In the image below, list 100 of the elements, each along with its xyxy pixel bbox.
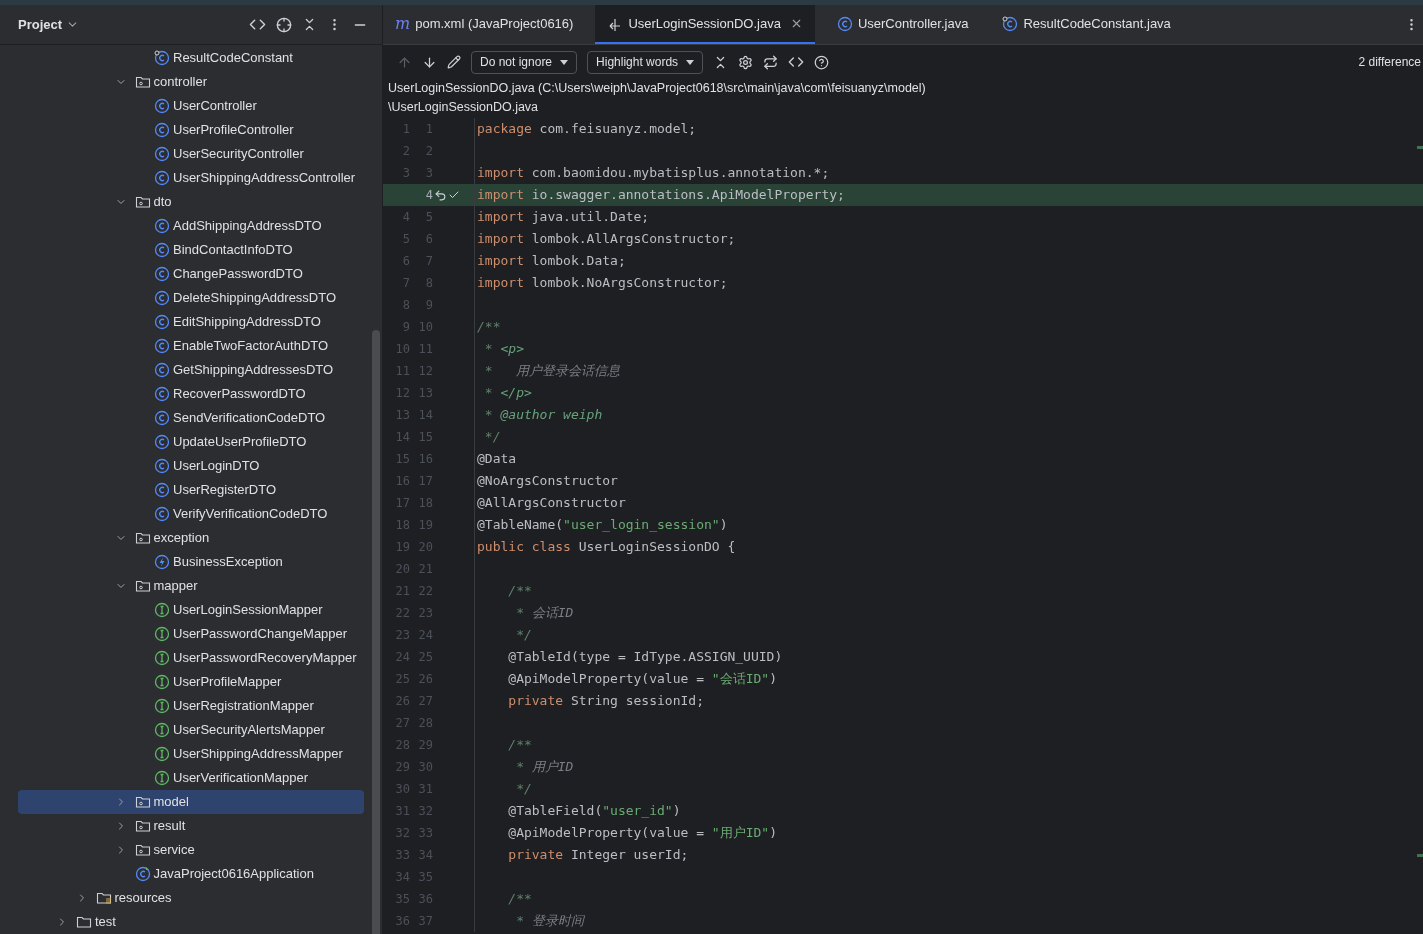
- editor-tab[interactable]: ResultCodeConstant.java: [990, 5, 1183, 44]
- tree-item[interactable]: model: [18, 790, 364, 814]
- panel-title[interactable]: Project: [18, 14, 63, 35]
- tree-item[interactable]: UserLoginDTO: [18, 454, 364, 478]
- code-line: @TableName("user_login_session"): [477, 516, 728, 535]
- code-line: public class UserLoginSessionDO {: [477, 538, 736, 557]
- tree-item[interactable]: UserPasswordRecoveryMapper: [18, 646, 364, 670]
- class-icon: [836, 15, 853, 32]
- code-line: @ApiModelProperty(value = "用户ID"): [507, 824, 777, 843]
- tree-item[interactable]: UserVerificationMapper: [18, 766, 364, 790]
- tree-item[interactable]: BindContactInfoDTO: [18, 238, 364, 262]
- tree-item[interactable]: DeleteShippingAddressDTO: [18, 286, 364, 310]
- tree-item[interactable]: dto: [18, 190, 364, 214]
- tree-item[interactable]: UserRegisterDTO: [18, 478, 364, 502]
- constant-class-icon: [154, 50, 170, 66]
- tree-item[interactable]: SendVerificationCodeDTO: [18, 406, 364, 430]
- folder-icon: [76, 914, 92, 930]
- tree-item[interactable]: UserProfileController: [18, 118, 364, 142]
- code-line: /**: [477, 318, 501, 337]
- tree-item[interactable]: UpdateUserProfileDTO: [18, 430, 364, 454]
- code-line: * 会话ID: [515, 604, 574, 623]
- tree-item[interactable]: result: [18, 814, 364, 838]
- package-folder-icon: [134, 794, 151, 810]
- tree-item[interactable]: UserSecurityAlertsMapper: [18, 718, 364, 742]
- tree-item[interactable]: VerifyVerificationCodeDTO: [18, 502, 364, 526]
- tree-item[interactable]: exception: [18, 526, 364, 550]
- code-line: * 用户ID: [515, 758, 574, 777]
- line-number: 4: [424, 187, 433, 204]
- editor-tab[interactable]: UserController.java: [824, 5, 981, 44]
- class-icon: [154, 146, 170, 162]
- tree-item[interactable]: resources: [18, 886, 364, 910]
- class-icon: [154, 266, 170, 282]
- scrollbar-thumb[interactable]: [372, 330, 380, 934]
- tree-item[interactable]: service: [18, 838, 364, 862]
- edit-icon[interactable]: [447, 55, 461, 69]
- class-icon: [154, 482, 170, 498]
- class-icon: [154, 362, 170, 378]
- tree-item[interactable]: AddShippingAddressDTO: [18, 214, 364, 238]
- class-icon: [154, 434, 170, 450]
- class-icon: [154, 170, 170, 186]
- tree-item[interactable]: UserPasswordChangeMapper: [18, 622, 364, 646]
- tree-item[interactable]: mapper: [18, 574, 364, 598]
- tree-item[interactable]: RecoverPasswordDTO: [18, 382, 364, 406]
- next-difference-icon[interactable]: [422, 54, 437, 70]
- package-folder-icon: [134, 818, 151, 834]
- interface-icon: [154, 698, 170, 714]
- code-line: import io.swagger.annotations.ApiModelProperty;: [477, 186, 845, 205]
- code-line: @NoArgsConstructor: [477, 472, 618, 491]
- tree-item[interactable]: UserRegistrationMapper: [18, 694, 364, 718]
- lightning-icon: [154, 554, 170, 570]
- swap-icon[interactable]: [763, 54, 779, 70]
- code-line: import lombok.NoArgsConstructor;: [477, 274, 728, 293]
- tree-item[interactable]: ChangePasswordDTO: [18, 262, 364, 286]
- settings-icon[interactable]: [738, 54, 754, 70]
- code-line: private String sessionId;: [507, 692, 704, 711]
- interface-icon: [154, 674, 170, 690]
- tree-item[interactable]: ResultCodeConstant: [18, 46, 364, 70]
- caret-icon: [686, 59, 695, 65]
- code-line: private Integer userId;: [507, 846, 689, 865]
- tree-item[interactable]: UserSecurityController: [18, 142, 364, 166]
- class-icon: [154, 98, 170, 114]
- code-icon[interactable]: [788, 54, 805, 70]
- accept-icon[interactable]: [448, 189, 460, 201]
- code-line: import lombok.Data;: [477, 252, 626, 271]
- interface-icon: [154, 722, 170, 738]
- tree-item[interactable]: BusinessException: [18, 550, 364, 574]
- code-line: /**: [507, 890, 532, 909]
- tree-item[interactable]: EnableTwoFactorAuthDTO: [18, 334, 364, 358]
- tree-item[interactable]: UserShippingAddressMapper: [18, 742, 364, 766]
- previous-difference-icon[interactable]: [397, 54, 412, 70]
- class-icon: [154, 338, 170, 354]
- tree-item[interactable]: JavaProject0616Application: [18, 862, 364, 886]
- class-icon: [154, 386, 170, 402]
- resources-folder-icon: [95, 890, 112, 906]
- tree-item[interactable]: GetShippingAddressesDTO: [18, 358, 364, 382]
- locate-icon[interactable]: [276, 16, 292, 33]
- code-line: * 登录时间: [515, 912, 584, 931]
- class-icon: [154, 410, 170, 426]
- editor-tab[interactable]: m pom.xml (JavaProject0616): [383, 5, 586, 44]
- code-line: @AllArgsConstructor: [477, 494, 626, 513]
- tree-item[interactable]: EditShippingAddressDTO: [18, 310, 364, 334]
- highlight-dropdown[interactable]: Highlight words: [587, 50, 704, 74]
- editor-tab[interactable]: UserLoginSessionDO.java: [595, 5, 815, 44]
- tree-item[interactable]: test: [18, 910, 364, 934]
- code-line: */: [483, 428, 501, 447]
- code-line: * 用户登录会话信息: [483, 362, 621, 381]
- tree-item[interactable]: UserProfileMapper: [18, 670, 364, 694]
- help-icon[interactable]: [814, 54, 830, 70]
- interface-icon: [154, 770, 170, 786]
- ignore-dropdown[interactable]: Do not ignore: [471, 50, 578, 74]
- revert-icon[interactable]: [434, 188, 447, 202]
- class-icon: [154, 218, 170, 234]
- tree-item[interactable]: UserLoginSessionMapper: [18, 598, 364, 622]
- tree-item[interactable]: UserShippingAddressController: [18, 166, 364, 190]
- code-line: @ApiModelProperty(value = "会话ID"): [507, 670, 777, 689]
- application-icon: [134, 866, 151, 882]
- tree-item[interactable]: UserController: [18, 94, 364, 118]
- code-line: /**: [507, 736, 532, 755]
- class-icon: [154, 458, 170, 474]
- tree-item[interactable]: controller: [18, 70, 364, 94]
